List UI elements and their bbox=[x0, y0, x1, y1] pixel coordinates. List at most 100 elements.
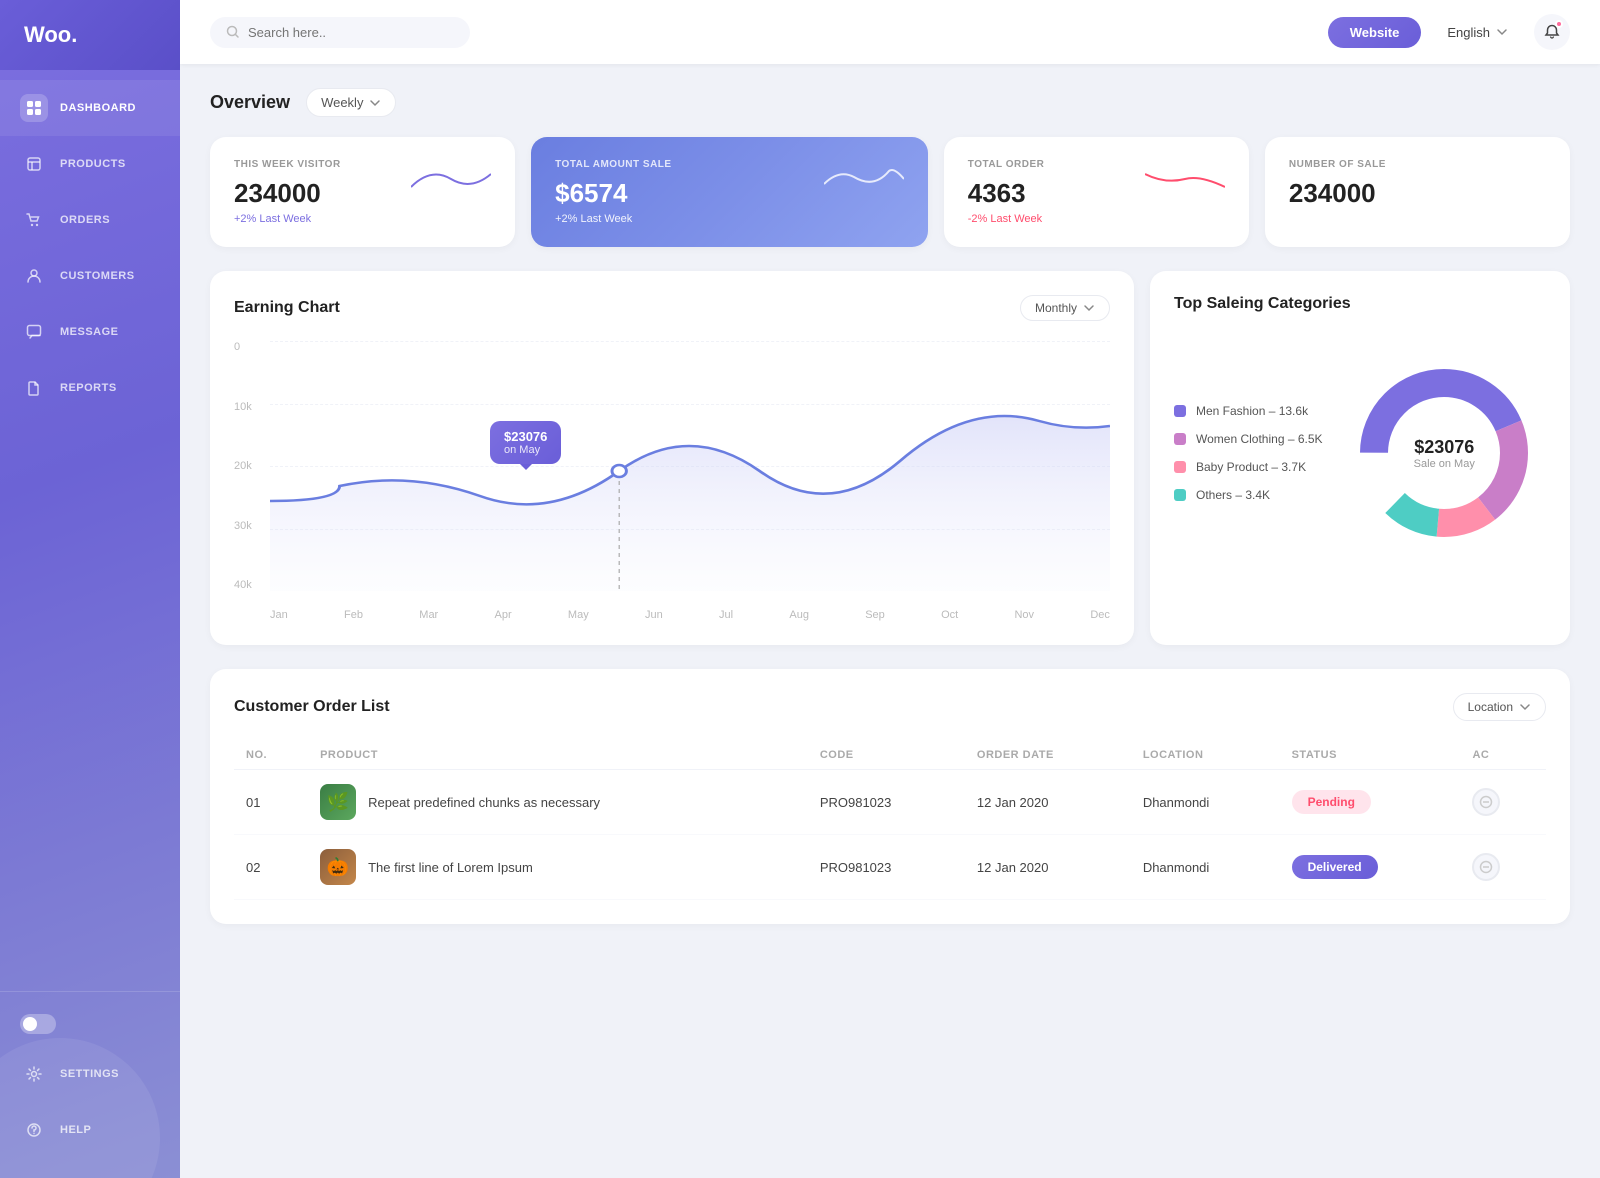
overview-title: Overview bbox=[210, 92, 290, 113]
sidebar-item-products[interactable]: PRODUCTS bbox=[0, 136, 180, 192]
product-cell: 🌿 Repeat predefined chunks as necessary bbox=[320, 784, 796, 820]
col-product: PRODUCT bbox=[308, 741, 808, 770]
sidebar-item-settings[interactable]: SETTINGS bbox=[0, 1046, 180, 1102]
chat-icon bbox=[20, 318, 48, 346]
sparkline-order bbox=[1145, 159, 1225, 199]
notification-bell[interactable] bbox=[1534, 14, 1570, 50]
chevron-down-icon bbox=[369, 97, 381, 109]
chevron-down-icon bbox=[1519, 701, 1531, 713]
overview-header: Overview Weekly bbox=[210, 88, 1570, 117]
action-button[interactable] bbox=[1472, 788, 1500, 816]
stat-card-total-order: TOTAL ORDER 4363 -2% Last Week bbox=[944, 137, 1249, 247]
monthly-filter[interactable]: Monthly bbox=[1020, 295, 1110, 321]
more-icon bbox=[1479, 860, 1493, 874]
col-no: NO. bbox=[234, 741, 308, 770]
legend-dot bbox=[1174, 489, 1186, 501]
row-status: Delivered bbox=[1280, 835, 1461, 900]
row-location: Dhanmondi bbox=[1131, 770, 1280, 835]
sidebar-item-help[interactable]: HELP bbox=[0, 1102, 180, 1158]
row-no: 01 bbox=[234, 770, 308, 835]
sparkline-sale bbox=[824, 159, 904, 199]
sidebar: Woo. DASHBOARD PRODUCTS ORDERS CUSTOMERS bbox=[0, 0, 180, 1178]
stat-cards: THIS WEEK VISITOR 234000 +2% Last Week T… bbox=[210, 137, 1570, 247]
legend-others: Others – 3.4K bbox=[1174, 488, 1323, 502]
status-badge: Pending bbox=[1292, 790, 1371, 814]
sidebar-nav: DASHBOARD PRODUCTS ORDERS CUSTOMERS MESS… bbox=[0, 70, 180, 991]
row-no: 02 bbox=[234, 835, 308, 900]
donut-chart: $23076 Sale on May bbox=[1343, 353, 1546, 553]
row-date: 12 Jan 2020 bbox=[965, 770, 1131, 835]
notification-badge bbox=[1555, 20, 1563, 28]
sidebar-item-customers[interactable]: CUSTOMERS bbox=[0, 248, 180, 304]
legend-men-fashion: Men Fashion – 13.6k bbox=[1174, 404, 1323, 418]
product-thumb: 🌿 bbox=[320, 784, 356, 820]
donut-center: $23076 Sale on May bbox=[1414, 437, 1475, 470]
order-list-header: Customer Order List Location bbox=[234, 693, 1546, 721]
categories-header: Top Saleing Categories bbox=[1174, 295, 1546, 313]
row-location: Dhanmondi bbox=[1131, 835, 1280, 900]
status-badge: Delivered bbox=[1292, 855, 1378, 879]
person-icon bbox=[20, 262, 48, 290]
chevron-down-icon bbox=[1083, 302, 1095, 314]
row-action[interactable] bbox=[1460, 770, 1546, 835]
chart-tooltip: $23076 on May bbox=[490, 421, 561, 464]
row-code: PRO981023 bbox=[808, 835, 965, 900]
action-button[interactable] bbox=[1472, 853, 1500, 881]
box-icon bbox=[20, 150, 48, 178]
location-filter[interactable]: Location bbox=[1453, 693, 1546, 721]
language-label: English bbox=[1447, 25, 1490, 40]
product-cell: 🎃 The first line of Lorem Ipsum bbox=[320, 849, 796, 885]
col-order-date: ORDER DATE bbox=[965, 741, 1131, 770]
weekly-filter[interactable]: Weekly bbox=[306, 88, 396, 117]
product-thumb: 🎃 bbox=[320, 849, 356, 885]
file-icon bbox=[20, 374, 48, 402]
theme-toggle[interactable] bbox=[0, 1002, 180, 1046]
sidebar-item-message[interactable]: MESSAGE bbox=[0, 304, 180, 360]
order-list-title: Customer Order List bbox=[234, 698, 390, 716]
top-categories-card: Top Saleing Categories Men Fashion – 13.… bbox=[1150, 271, 1570, 645]
y-axis: 40k 30k 20k 10k 0 bbox=[234, 341, 266, 591]
order-list-section: Customer Order List Location NO. PRODUCT… bbox=[210, 669, 1570, 924]
legend-list: Men Fashion – 13.6k Women Clothing – 6.5… bbox=[1174, 404, 1323, 502]
search-icon bbox=[226, 25, 240, 39]
stat-card-number-sale: NUMBER OF SALE 234000 bbox=[1265, 137, 1570, 247]
table-row: 01 🌿 Repeat predefined chunks as necessa… bbox=[234, 770, 1546, 835]
sidebar-item-dashboard[interactable]: DASHBOARD bbox=[0, 80, 180, 136]
legend-dot bbox=[1174, 433, 1186, 445]
sidebar-bottom: SETTINGS HELP bbox=[0, 991, 180, 1178]
row-status: Pending bbox=[1280, 770, 1461, 835]
row-action[interactable] bbox=[1460, 835, 1546, 900]
website-button[interactable]: Website bbox=[1328, 17, 1422, 48]
search-box[interactable] bbox=[210, 17, 470, 48]
legend-dot bbox=[1174, 461, 1186, 473]
table-row: 02 🎃 The first line of Lorem Ipsum PRO98… bbox=[234, 835, 1546, 900]
legend-women-clothing: Women Clothing – 6.5K bbox=[1174, 432, 1323, 446]
more-icon bbox=[1479, 795, 1493, 809]
order-table: NO. PRODUCT CODE ORDER DATE LOCATION STA… bbox=[234, 741, 1546, 900]
legend-baby-product: Baby Product – 3.7K bbox=[1174, 460, 1323, 474]
donut-section: Men Fashion – 13.6k Women Clothing – 6.5… bbox=[1174, 333, 1546, 553]
earning-chart-card: Earning Chart Monthly 40k 30k 20k 10k 0 bbox=[210, 271, 1134, 645]
stat-card-total-sale: TOTAL AMOUNT SALE $6574 +2% Last Week bbox=[531, 137, 928, 247]
chart-svg bbox=[270, 341, 1110, 591]
col-code: CODE bbox=[808, 741, 965, 770]
sidebar-item-orders[interactable]: ORDERS bbox=[0, 192, 180, 248]
search-input[interactable] bbox=[248, 25, 448, 40]
col-status: STATUS bbox=[1280, 741, 1461, 770]
language-selector[interactable]: English bbox=[1437, 19, 1518, 46]
stat-card-visitors: THIS WEEK VISITOR 234000 +2% Last Week bbox=[210, 137, 515, 247]
row-product: 🌿 Repeat predefined chunks as necessary bbox=[308, 770, 808, 835]
brand-logo: Woo. bbox=[0, 0, 180, 70]
col-location: LOCATION bbox=[1131, 741, 1280, 770]
row-code: PRO981023 bbox=[808, 770, 965, 835]
chart-plot: $23076 on May bbox=[270, 341, 1110, 591]
gear-icon bbox=[20, 1060, 48, 1088]
cart-icon bbox=[20, 206, 48, 234]
sparkline-visitors bbox=[411, 159, 491, 199]
x-axis: Jan Feb Mar Apr May Jun Jul Aug Sep Oct … bbox=[270, 609, 1110, 621]
header: Website English bbox=[180, 0, 1600, 64]
main-content: Website English Overview Weekly THIS WEE… bbox=[180, 0, 1600, 1178]
table-header: NO. PRODUCT CODE ORDER DATE LOCATION STA… bbox=[234, 741, 1546, 770]
sidebar-item-reports[interactable]: REPORTS bbox=[0, 360, 180, 416]
toggle-switch[interactable] bbox=[20, 1014, 56, 1034]
